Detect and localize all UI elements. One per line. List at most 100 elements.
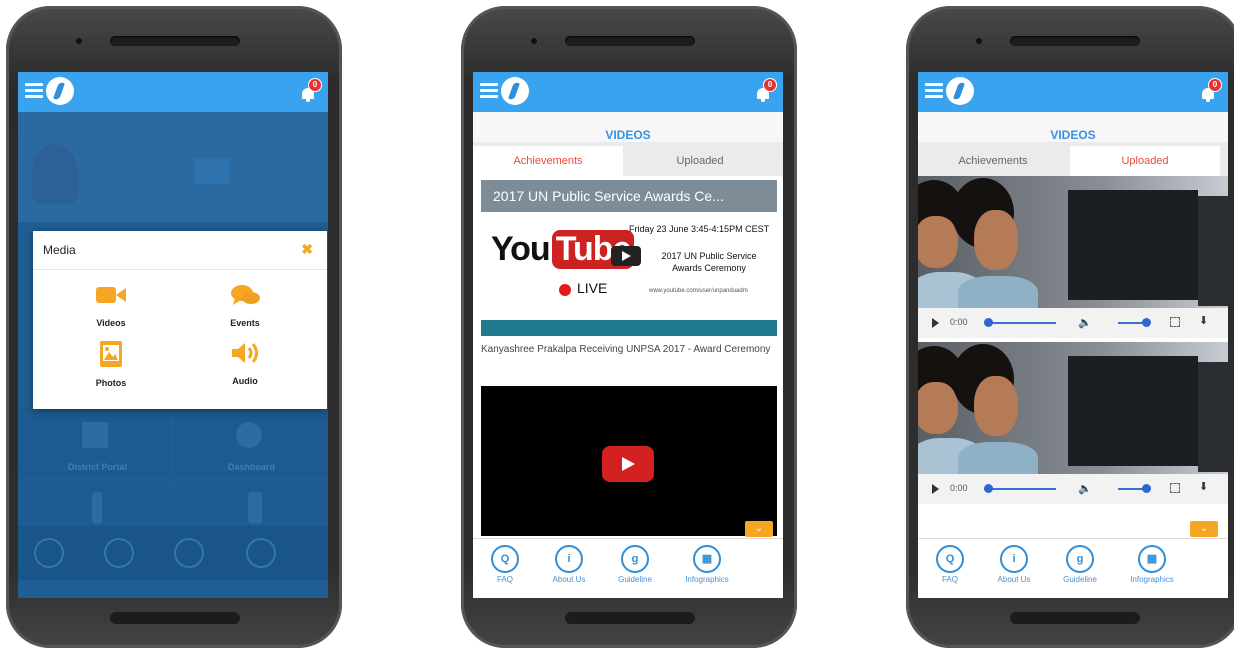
nav-label: About Us	[552, 575, 586, 584]
info-icon: i	[1000, 545, 1028, 573]
image-icon	[95, 341, 127, 367]
seek-bar[interactable]	[984, 488, 1056, 490]
nav-item-guideline[interactable]: g Guideline	[1048, 545, 1112, 584]
video-camera-icon	[95, 283, 127, 307]
download-icon[interactable]: ⬇	[1199, 480, 1208, 493]
home-button[interactable]	[1010, 612, 1140, 624]
event-name: 2017 UN Public Service Awards Ceremony	[661, 251, 757, 273]
notification-bell-icon[interactable]: 0	[1200, 78, 1222, 102]
scroll-down-chevron-icon[interactable]: ⌄	[745, 521, 773, 537]
nav-item-infographics[interactable]: ▦ Infographics	[1120, 545, 1184, 584]
background-label: Dashboard	[228, 462, 276, 472]
seek-handle[interactable]	[984, 484, 993, 493]
nav-label: About Us	[997, 575, 1031, 584]
tab-uploaded[interactable]: Uploaded	[625, 146, 775, 176]
play-icon[interactable]	[611, 246, 641, 266]
media-item-videos[interactable]: Videos	[71, 283, 151, 328]
play-icon[interactable]	[932, 484, 939, 494]
nav-item-about-us[interactable]: i About Us	[537, 545, 601, 584]
app-bar: 0	[918, 72, 1228, 112]
hamburger-menu-icon[interactable]	[25, 83, 43, 99]
chat-bubbles-icon	[229, 283, 261, 307]
video-list: 2017 UN Public Service Awards Ce... You T…	[473, 176, 783, 539]
video-controls: 0:00 🔈 ⬇	[918, 308, 1228, 338]
hamburger-menu-icon[interactable]	[925, 83, 943, 99]
app-logo[interactable]	[501, 77, 529, 105]
volume-icon[interactable]: 🔈	[1078, 316, 1092, 329]
video-poster[interactable]	[918, 342, 1228, 474]
bottom-nav: Q FAQ i About Us g Guideline ▦ Infograph…	[918, 538, 1228, 598]
screen-media-menu: 0 District Portal Dashboard Media ✖ Vide…	[18, 72, 328, 598]
volume-handle[interactable]	[1142, 318, 1151, 327]
media-item-label: Photos	[95, 378, 127, 388]
fullscreen-icon[interactable]	[1170, 317, 1180, 327]
nav-item-about-us[interactable]: i About Us	[982, 545, 1046, 584]
home-button[interactable]	[565, 612, 695, 624]
faq-icon: Q	[491, 545, 519, 573]
video-thumbnail-youtube[interactable]: 2017 UN Public Service Awards Ce... You T…	[481, 180, 777, 336]
modal-title: Media	[43, 243, 76, 257]
tab-achievements[interactable]: Achievements	[473, 146, 623, 176]
nav-label: Guideline	[618, 575, 652, 584]
home-button[interactable]	[110, 612, 240, 624]
video-controls: 0:00 🔈 ⬇	[918, 474, 1228, 504]
close-icon[interactable]: ✖	[301, 242, 313, 256]
video-thumbnail-second[interactable]	[481, 386, 777, 536]
infographics-icon: ▦	[693, 545, 721, 573]
media-item-audio[interactable]: Audio	[205, 341, 285, 386]
notification-bell-icon[interactable]: 0	[755, 78, 777, 102]
video-caption: Kanyashree Prakalpa Receiving UNPSA 2017…	[481, 344, 771, 355]
video-title-bar: 2017 UN Public Service Awards Ce...	[481, 180, 777, 212]
nav-label: Infographics	[1130, 575, 1174, 584]
front-camera	[531, 38, 537, 44]
media-item-events[interactable]: Events	[205, 283, 285, 328]
video-list: 0:00 🔈 ⬇ 0:00 🔈 ⬇ ⌄	[918, 176, 1228, 539]
screen-videos-achievements: 0 VIDEOS Achievements Uploaded 2017 UN P…	[473, 72, 783, 598]
notification-bell-icon[interactable]: 0	[300, 78, 322, 102]
nav-item-faq[interactable]: Q FAQ	[918, 545, 982, 584]
page-header: VIDEOS	[473, 112, 783, 142]
nav-label: FAQ	[941, 575, 958, 584]
play-icon[interactable]	[602, 446, 654, 482]
nav-item-infographics[interactable]: ▦ Infographics	[675, 545, 739, 584]
seek-bar[interactable]	[984, 322, 1056, 324]
earpiece-speaker	[110, 36, 240, 46]
page-header: VIDEOS	[918, 112, 1228, 142]
fullscreen-icon[interactable]	[1170, 483, 1180, 493]
app-bar: 0	[18, 72, 328, 112]
play-icon[interactable]	[932, 318, 939, 328]
volume-handle[interactable]	[1142, 484, 1151, 493]
media-item-label: Events	[230, 318, 260, 328]
media-item-photos[interactable]: Photos	[71, 341, 151, 388]
event-date: Friday 23 June 3:45-4:15PM CEST	[629, 224, 770, 234]
guideline-icon: g	[1066, 545, 1094, 573]
divider	[33, 269, 327, 270]
phone-frame-videos-achievements: 0 VIDEOS Achievements Uploaded 2017 UN P…	[461, 6, 797, 648]
page-title: VIDEOS	[605, 128, 651, 142]
bottom-nav: Q FAQ i About Us g Guideline ▦ Infograph…	[473, 538, 783, 598]
download-icon[interactable]: ⬇	[1199, 314, 1208, 327]
volume-icon[interactable]: 🔈	[1078, 482, 1092, 495]
speaker-icon	[229, 341, 261, 365]
video-poster[interactable]	[918, 176, 1228, 308]
page-title: VIDEOS	[1050, 128, 1096, 142]
nav-item-faq[interactable]: Q FAQ	[473, 545, 537, 584]
tab-achievements[interactable]: Achievements	[918, 146, 1068, 176]
nav-item-guideline[interactable]: g Guideline	[603, 545, 667, 584]
tab-uploaded[interactable]: Uploaded	[1070, 146, 1220, 176]
notification-badge: 0	[763, 78, 777, 92]
media-modal: Media ✖ Videos Events Photos Audio	[33, 231, 327, 409]
nav-label: Guideline	[1063, 575, 1097, 584]
media-item-label: Videos	[96, 318, 126, 328]
time-display: 0:00	[950, 483, 968, 493]
event-url: www.youtube.com/user/unpanduadm	[649, 288, 748, 294]
info-icon: i	[555, 545, 583, 573]
hamburger-menu-icon[interactable]	[480, 83, 498, 99]
infographics-icon: ▦	[1138, 545, 1166, 573]
app-bar: 0	[473, 72, 783, 112]
faq-icon: Q	[936, 545, 964, 573]
scroll-down-chevron-icon[interactable]: ⌄	[1190, 521, 1218, 537]
app-logo[interactable]	[46, 77, 74, 105]
app-logo[interactable]	[946, 77, 974, 105]
seek-handle[interactable]	[984, 318, 993, 327]
